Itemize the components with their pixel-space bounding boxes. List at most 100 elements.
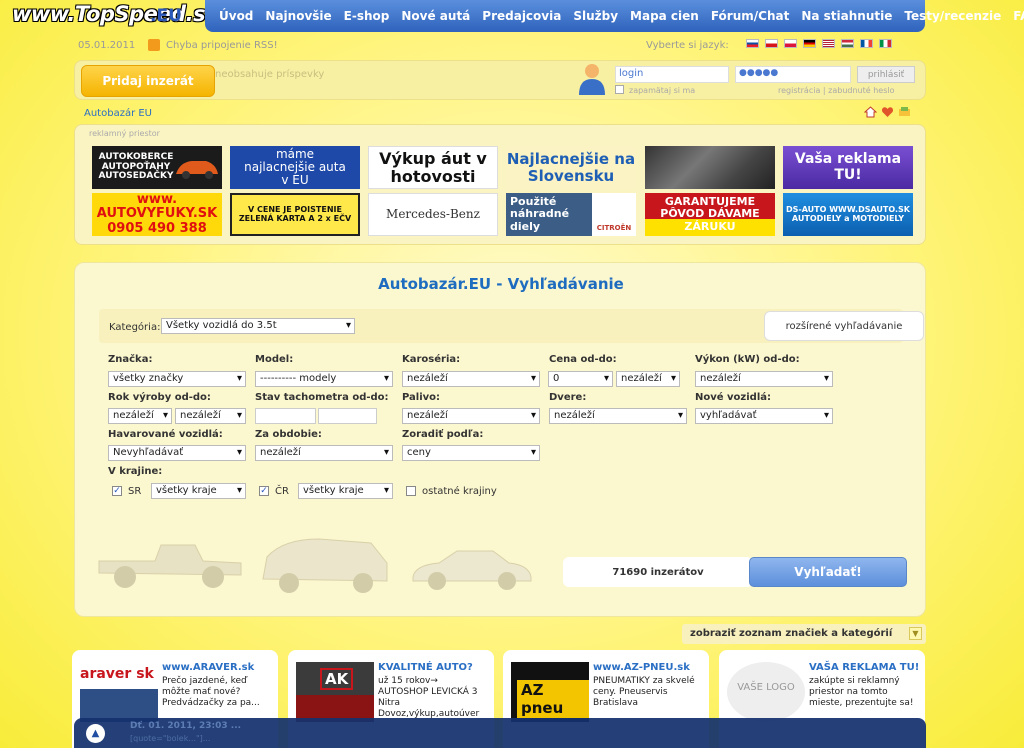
body-select[interactable]: nezáleží [402,371,540,387]
chevron-up-icon[interactable]: ▲ [86,724,105,743]
price-from-select[interactable]: 0 [548,371,613,387]
flag-sk-icon[interactable] [746,39,759,48]
model-select[interactable]: ---------- modely [255,371,393,387]
flag-hu-icon[interactable] [841,39,854,48]
rss-icon[interactable] [148,39,160,51]
search-title: Autobazár.EU - Vyhľadávanie [378,275,624,293]
search-button[interactable]: Vyhľadať! [749,557,907,587]
username-input[interactable]: login [615,66,729,83]
nav-testy[interactable]: Testy/recenzie [904,9,1001,23]
pickup-truck-image [98,544,242,588]
card-title[interactable]: VAŠA REKLAMA TU! [809,662,919,673]
result-count: 71690 inzerátov [563,557,753,587]
doors-label: Dvere: [549,392,587,403]
nav-najnovsie[interactable]: Najnovšie [265,9,331,23]
ad-garantujeme[interactable]: GARANTUJEME PÔVOD DÁVAME ZÁRUKU [645,193,775,236]
ad-space: reklamný priestor AUTOKOBERCE AUTOPOŤAHY… [74,124,926,245]
ad-ds-auto[interactable]: DS-AUTO WWW.DSAUTO.SK AUTODIELY a MOTODI… [783,193,913,236]
ad-text: máme najlacnejšie auta v EU [244,146,346,188]
nav-na-stiahnutie[interactable]: Na stiahnutie [801,9,892,23]
ad-vasa-reklama[interactable]: Vaša reklama TU! [783,146,913,189]
autobazar-eu-logo[interactable]: .EU [150,6,182,26]
cr-checkbox[interactable]: ✓ [259,486,269,496]
card-text: Prečo jazdené, keď môžte mať nové? Predv… [162,676,260,708]
login-button[interactable]: prihlásiť [857,66,915,83]
card-logo-text: AK [320,668,354,690]
flag-it-icon[interactable] [879,39,892,48]
footer-line-2: [quote="bolek..."]... [130,734,211,743]
ad-vykup-aut[interactable]: Výkup áut v hotovosti [368,146,498,189]
damaged-select[interactable]: Nevyhľadávať [108,445,246,461]
car-icon [176,161,218,179]
new-vehicles-select[interactable]: vyhľadávať [695,408,833,424]
rss-status: Chyba pripojenie RSS! [166,40,278,51]
chat-footer-bar: ▲ Dť. 01. 2011, 23:03 ... [quote="bolek.… [74,718,926,748]
sr-checkbox[interactable]: ✓ [112,486,122,496]
remember-checkbox[interactable] [615,85,624,94]
no-posts-text: neobsahuje príspevky [215,69,325,80]
power-select[interactable]: nezáleží [695,371,833,387]
category-select[interactable]: Všetky vozidlá do 3.5t [161,318,355,334]
other-countries-checkbox[interactable] [406,486,416,496]
brands-list-toggle[interactable]: zobraziť zoznam značiek a kategórií ▼ [682,624,926,644]
flag-pl-icon[interactable] [784,39,797,48]
flag-us-icon[interactable] [822,39,835,48]
sort-select[interactable]: ceny [402,445,540,461]
cr-region-select[interactable]: všetky kraje [298,483,393,499]
register-link[interactable]: registrácia [778,86,820,95]
sr-region-select[interactable]: všetky kraje [151,483,246,499]
ad-text: Výkup áut v hotovosti [379,148,487,186]
card-title[interactable]: www.ARAVER.sk [162,662,254,673]
remember-label: zapamätaj si ma [629,86,696,95]
ad-text: www. AUTOVYFUKY.SK 0905 490 388 [96,193,218,236]
make-select[interactable]: všetky značky [108,371,246,387]
year-from-select[interactable]: nezáleží [108,408,172,424]
nav-mapa-cien[interactable]: Mapa cien [630,9,699,23]
doors-select[interactable]: nezáleží [549,408,687,424]
nav-faq[interactable]: FAQ [1013,9,1024,23]
card-logo-text: VAŠE LOGO [737,682,795,693]
odometer-to-input[interactable] [318,408,377,424]
bookmark-icon[interactable] [898,106,911,118]
advanced-search-button[interactable]: rozšírené vyhľadávanie [764,311,924,341]
flag-cz-icon[interactable] [765,39,778,48]
topspeed-logo[interactable]: www.TopSpeed.sk [12,2,219,26]
ad-najlacnejsie-eu[interactable]: máme najlacnejšie auta v EU [230,146,360,189]
nav-uvod[interactable]: Úvod [219,9,253,23]
card-logo: VAŠE LOGO [727,662,805,722]
favorite-heart-icon[interactable] [881,106,894,118]
flag-de-icon[interactable] [803,39,816,48]
cr-label: ČR [275,486,289,497]
ad-autokoberce[interactable]: AUTOKOBERCE AUTOPOŤAHY AUTOSEDAČKY [92,146,222,189]
logo-area[interactable]: www.TopSpeed.sk .EU [0,0,219,32]
nav-sluzby[interactable]: Služby [573,9,618,23]
power-label: Výkon (kW) od-do: [695,354,800,365]
card-text: PNEUMATIKY za skvelé ceny. Pneuservis Br… [593,676,695,708]
home-icon[interactable] [864,106,877,118]
ad-najlacnejsie-slovensko[interactable]: Najlacnejšie na Slovensku [506,146,636,189]
ad-warehouse-photo[interactable] [645,146,775,189]
add-listing-button[interactable]: Pridaj inzerát [81,65,215,97]
password-input[interactable]: ●●●●● [735,66,851,83]
ad-space-label: reklamný priestor [89,129,160,138]
body-label: Karoséria: [402,354,461,365]
breadcrumb[interactable]: Autobazár EU [84,108,152,119]
nav-eshop[interactable]: E-shop [344,9,390,23]
odometer-from-input[interactable] [255,408,316,424]
price-to-select[interactable]: nezáleží [616,371,680,387]
ad-poistenie[interactable]: V CENE JE POISTENIE ZELENÁ KARTA A 2 x E… [230,193,360,236]
fuel-select[interactable]: nezáleží [402,408,540,424]
nav-forum[interactable]: Fórum/Chat [711,9,790,23]
card-logo-text: AZ pneu [517,680,589,718]
ad-autovyfuky[interactable]: www. AUTOVYFUKY.SK 0905 490 388 [92,193,222,236]
card-title[interactable]: www.AZ-PNEU.sk [593,662,690,673]
card-title[interactable]: KVALITNÉ AUTO? [378,662,473,673]
forgot-password-link[interactable]: zabudnuté heslo [828,86,894,95]
nav-nove-auta[interactable]: Nové autá [401,9,470,23]
flag-fr-icon[interactable] [860,39,873,48]
ad-mercedes[interactable]: Mercedes-Benz [368,193,498,236]
period-select[interactable]: nezáleží [255,445,393,461]
year-to-select[interactable]: nezáleží [175,408,246,424]
nav-predajcovia[interactable]: Predajcovia [482,9,561,23]
ad-nahradne-diely[interactable]: Použité náhradné diely CITROËN [506,193,636,236]
